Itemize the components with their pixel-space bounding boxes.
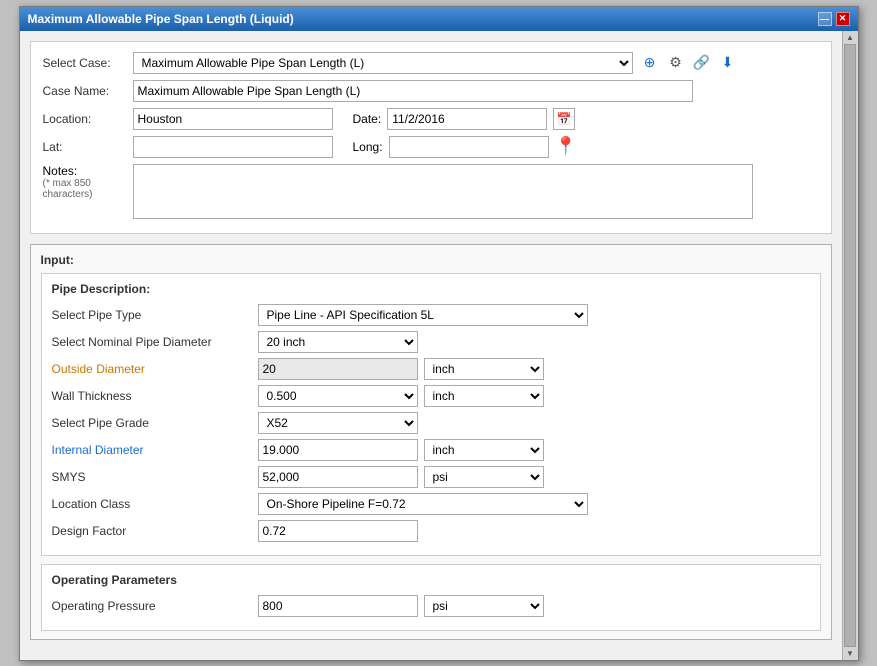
pipe-grade-dropdown[interactable]: X52 xyxy=(258,412,418,434)
close-button[interactable]: ✕ xyxy=(836,12,850,26)
minimize-button[interactable]: — xyxy=(818,12,832,26)
window-controls: — ✕ xyxy=(818,12,850,26)
pipe-type-dropdown[interactable]: Pipe Line - API Specification 5L xyxy=(258,304,588,326)
wall-thickness-unit-dropdown[interactable]: inch xyxy=(424,385,544,407)
scroll-down-arrow[interactable]: ▼ xyxy=(846,649,854,658)
op-pressure-row: Operating Pressure psi xyxy=(52,595,810,617)
title-bar: Maximum Allowable Pipe Span Length (Liqu… xyxy=(20,7,858,31)
window-body: Select Case: Maximum Allowable Pipe Span… xyxy=(20,31,842,660)
select-case-controls: Maximum Allowable Pipe Span Length (L) ⊕… xyxy=(133,52,739,74)
input-title: Input: xyxy=(41,253,821,267)
select-case-row: Select Case: Maximum Allowable Pipe Span… xyxy=(43,52,819,74)
scroll-thumb[interactable] xyxy=(844,44,856,647)
location-class-label: Location Class xyxy=(52,497,252,511)
scrollbar[interactable]: ▲ ▼ xyxy=(842,31,858,660)
smys-input[interactable] xyxy=(258,466,418,488)
top-section: Select Case: Maximum Allowable Pipe Span… xyxy=(30,41,832,234)
lat-long-row: Lat: Long: 📍 xyxy=(43,136,819,158)
calendar-icon[interactable]: 📅 xyxy=(553,108,575,130)
internal-diameter-input[interactable] xyxy=(258,439,418,461)
window-content: Select Case: Maximum Allowable Pipe Span… xyxy=(20,31,842,660)
settings-icon[interactable]: ⚙ xyxy=(665,52,687,74)
nominal-diameter-dropdown[interactable]: 20 inch xyxy=(258,331,418,353)
internal-diameter-row: Internal Diameter inch xyxy=(52,439,810,461)
select-case-dropdown[interactable]: Maximum Allowable Pipe Span Length (L) xyxy=(133,52,633,74)
internal-diameter-label: Internal Diameter xyxy=(52,443,252,457)
design-factor-row: Design Factor xyxy=(52,520,810,542)
design-factor-label: Design Factor xyxy=(52,524,252,538)
outside-diameter-row: Outside Diameter inch xyxy=(52,358,810,380)
operating-parameters-subsection: Operating Parameters Operating Pressure … xyxy=(41,564,821,631)
long-label: Long: xyxy=(353,140,383,154)
pipe-description-title: Pipe Description: xyxy=(52,282,810,296)
smys-unit-dropdown[interactable]: psi xyxy=(424,466,544,488)
case-name-input[interactable] xyxy=(133,80,693,102)
notes-label: Notes: xyxy=(43,164,133,178)
main-window: Maximum Allowable Pipe Span Length (Liqu… xyxy=(19,6,859,661)
date-label: Date: xyxy=(353,112,382,126)
op-pressure-label: Operating Pressure xyxy=(52,599,252,613)
pipe-type-row: Select Pipe Type Pipe Line - API Specifi… xyxy=(52,304,810,326)
location-date-row: Location: Date: 📅 xyxy=(43,108,819,130)
window-title: Maximum Allowable Pipe Span Length (Liqu… xyxy=(28,12,294,26)
share-icon[interactable]: 🔗 xyxy=(691,52,713,74)
smys-row: SMYS psi xyxy=(52,466,810,488)
op-pressure-input[interactable] xyxy=(258,595,418,617)
long-input[interactable] xyxy=(389,136,549,158)
long-group: Long: 📍 xyxy=(353,136,577,158)
op-parameters-title: Operating Parameters xyxy=(52,573,810,587)
case-name-label: Case Name: xyxy=(43,84,133,98)
download-icon[interactable]: ⬇ xyxy=(717,52,739,74)
location-label: Location: xyxy=(43,112,133,126)
input-section: Input: Pipe Description: Select Pipe Typ… xyxy=(30,244,832,640)
scroll-up-arrow[interactable]: ▲ xyxy=(846,33,854,42)
toolbar-icons: ⊕ ⚙ 🔗 ⬇ xyxy=(639,52,739,74)
location-input[interactable] xyxy=(133,108,333,130)
location-class-dropdown[interactable]: On-Shore Pipeline F=0.72 xyxy=(258,493,588,515)
pipe-description-subsection: Pipe Description: Select Pipe Type Pipe … xyxy=(41,273,821,556)
design-factor-input[interactable] xyxy=(258,520,418,542)
pipe-type-label: Select Pipe Type xyxy=(52,308,252,322)
location-pin-icon[interactable]: 📍 xyxy=(555,136,577,157)
notes-label-block: Notes: (* max 850 characters) xyxy=(43,164,133,200)
lat-input[interactable] xyxy=(133,136,333,158)
add-icon[interactable]: ⊕ xyxy=(639,52,661,74)
pipe-grade-label: Select Pipe Grade xyxy=(52,416,252,430)
outside-diameter-label: Outside Diameter xyxy=(52,362,252,376)
nominal-diameter-label: Select Nominal Pipe Diameter xyxy=(52,335,252,349)
case-name-row: Case Name: xyxy=(43,80,819,102)
internal-diameter-unit-dropdown[interactable]: inch xyxy=(424,439,544,461)
lat-label: Lat: xyxy=(43,140,133,154)
location-class-row: Location Class On-Shore Pipeline F=0.72 xyxy=(52,493,810,515)
wall-thickness-dropdown[interactable]: 0.500 xyxy=(258,385,418,407)
date-group: Date: 📅 xyxy=(353,108,576,130)
wall-thickness-label: Wall Thickness xyxy=(52,389,252,403)
notes-sublabel: (* max 850 characters) xyxy=(43,178,133,200)
select-case-label: Select Case: xyxy=(43,56,133,70)
date-input[interactable] xyxy=(387,108,547,130)
pipe-grade-row: Select Pipe Grade X52 xyxy=(52,412,810,434)
notes-textarea[interactable] xyxy=(133,164,753,219)
wall-thickness-row: Wall Thickness 0.500 inch xyxy=(52,385,810,407)
outside-diameter-unit-dropdown[interactable]: inch xyxy=(424,358,544,380)
nominal-diameter-row: Select Nominal Pipe Diameter 20 inch xyxy=(52,331,810,353)
window-layout: Select Case: Maximum Allowable Pipe Span… xyxy=(20,31,858,660)
smys-label: SMYS xyxy=(52,470,252,484)
notes-row: Notes: (* max 850 characters) xyxy=(43,164,819,219)
outside-diameter-input xyxy=(258,358,418,380)
op-pressure-unit-dropdown[interactable]: psi xyxy=(424,595,544,617)
